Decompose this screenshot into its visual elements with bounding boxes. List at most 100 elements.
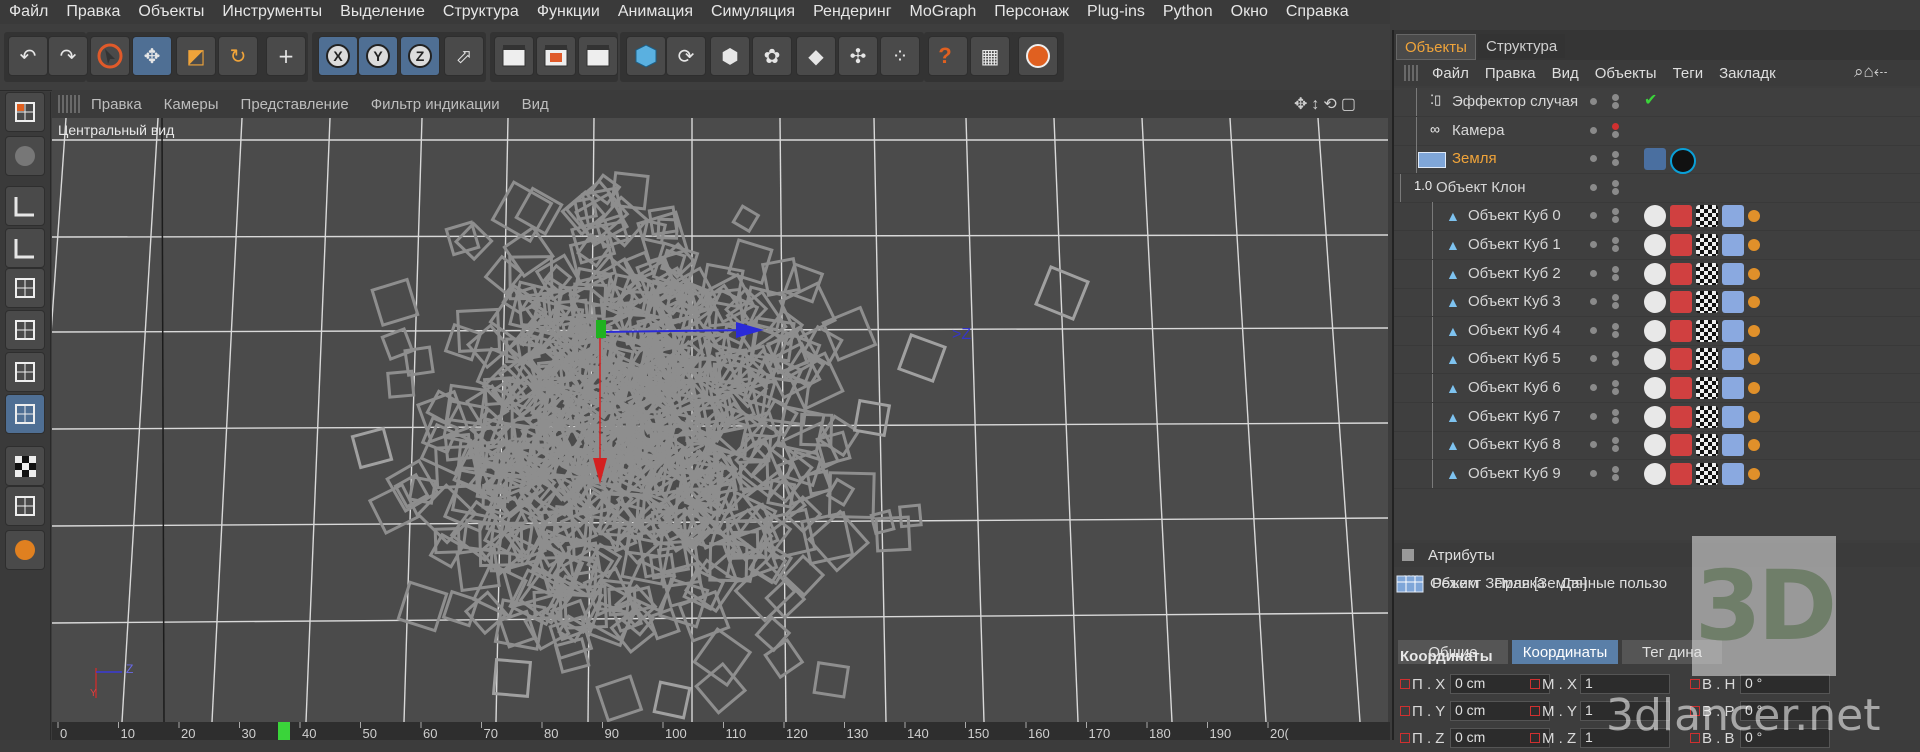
visibility-dots[interactable] [1590,122,1620,139]
visibility-dots[interactable] [1590,151,1620,167]
menu-item[interactable]: Выделение [331,3,434,21]
viewport-menu-item[interactable]: Фильтр индикации [360,96,511,113]
uv-tag-icon[interactable] [1670,291,1692,314]
visibility-dots[interactable] [1590,294,1620,310]
dynamics-tag-icon[interactable] [1722,291,1744,314]
axis2-icon[interactable] [5,228,45,268]
menu-item[interactable]: Окно [1222,3,1277,21]
mograph-tag-icon[interactable] [1748,324,1760,337]
viewport[interactable]: >Z Центральный вид Z Y [52,118,1388,722]
axis-icon[interactable] [5,186,45,226]
mograph-tag-icon[interactable] [1748,210,1760,223]
z-axis-icon[interactable]: Z [400,36,440,76]
nurbs-icon[interactable]: ⬢ [710,36,750,76]
dynamics-tag-icon[interactable] [1722,377,1744,399]
texture-tag-icon[interactable] [1696,348,1718,371]
redo-icon[interactable]: ↷ [48,36,88,76]
dynamics-tag-icon[interactable] [1722,234,1744,256]
keyframe-toggle-icon[interactable] [1690,679,1700,689]
texture-tag-icon[interactable] [1696,205,1718,228]
objects-menu-item[interactable]: Файл [1424,65,1477,82]
uv-tag-icon[interactable] [1670,205,1692,228]
object-name[interactable]: Камера [1452,122,1504,139]
object-name[interactable]: Объект Куб 4 [1468,322,1561,339]
mograph-tag-icon[interactable] [1748,239,1760,251]
object-row[interactable]: ▲ Объект Куб 8 [1394,431,1920,461]
uv-tag-icon[interactable] [1670,434,1692,457]
dynamics-tag-icon[interactable] [1722,434,1744,457]
menu-item[interactable]: Инструменты [213,3,331,21]
object-name[interactable]: Объект Куб 1 [1468,236,1561,253]
menu-item[interactable]: MoGraph [901,3,986,21]
uv-tag-icon[interactable] [1670,462,1692,485]
material-tag-icon[interactable] [1644,348,1666,371]
object-name[interactable]: Объект Куб 9 [1468,465,1561,482]
sphere-icon[interactable] [5,136,45,176]
move-icon[interactable]: ✥ [132,36,172,76]
object-name[interactable]: Объект Клон [1436,179,1526,196]
uv-tag-icon[interactable] [1670,262,1692,285]
scene-icon[interactable]: ✣ [838,36,878,76]
coordinate-system-icon[interactable]: ⬀ [444,36,484,76]
material-tag-icon[interactable] [1644,291,1666,314]
texture-tag-icon[interactable] [1696,262,1718,285]
visibility-dots[interactable] [1590,465,1620,482]
uv-tag-icon[interactable] [1670,348,1692,371]
viewport-nav-icons[interactable]: ✥↕⟲▢ [1294,94,1384,114]
select-icon[interactable] [90,36,130,76]
object-name[interactable]: Объект Куб 5 [1468,350,1561,367]
material-tag-icon[interactable] [1644,462,1666,485]
keyframe-toggle-icon[interactable] [1530,706,1540,716]
add-icon[interactable]: + [266,36,306,76]
objects-menu-item[interactable]: Объекты [1587,65,1665,82]
dynamics-tag-icon[interactable] [1722,462,1744,485]
texture-tag-icon[interactable] [1696,319,1718,342]
object-row[interactable]: ▲ Объект Куб 5 [1394,345,1920,375]
mograph-tag-icon[interactable] [1748,467,1760,480]
render-view-icon[interactable] [494,36,534,76]
texture-tag-icon[interactable] [1696,462,1718,485]
object-name[interactable]: Объект Куб 0 [1468,207,1561,224]
dynamics-tag-icon[interactable] [1722,405,1744,428]
mograph-tag-icon[interactable] [1748,296,1760,309]
menu-item[interactable]: Персонаж [985,3,1078,21]
mograph-tag-icon[interactable] [1748,439,1760,452]
deformer-icon[interactable]: ◆ [796,36,836,76]
keyframe-toggle-icon[interactable] [1400,733,1410,743]
texture-tag-icon[interactable] [1696,434,1718,457]
material-tag-icon[interactable] [1644,434,1666,457]
object-name[interactable]: Земля [1452,150,1497,167]
visibility-dots[interactable] [1590,179,1620,196]
points-mode-icon[interactable] [5,268,45,308]
viewport-menu-item[interactable]: Вид [511,96,560,113]
uv-tag-icon[interactable] [1670,234,1692,256]
object-row[interactable]: ⁚▯ Эффектор случая ✔ [1394,88,1920,117]
objects-menu-item[interactable]: Вид [1544,65,1587,82]
object-name[interactable]: Эффектор случая [1452,93,1578,110]
rotate-icon[interactable]: ↻ [218,36,258,76]
keyframe-toggle-icon[interactable] [1530,679,1540,689]
objects-menu-item[interactable]: Закладк [1711,65,1784,82]
visibility-dots[interactable] [1590,351,1620,367]
object-row[interactable]: ▲ Объект Куб 2 [1394,259,1920,289]
particles-icon[interactable]: ⁘ [880,36,920,76]
material-tag-icon[interactable] [1644,377,1666,399]
material-tag-icon[interactable] [1644,319,1666,342]
spline-icon[interactable]: ⟳ [666,36,706,76]
menu-item[interactable]: Анимация [609,3,702,21]
help-icon[interactable]: ? [928,36,968,76]
menu-item[interactable]: Функции [528,3,609,21]
menu-item[interactable]: Файл [0,3,57,21]
objects-menu-item[interactable]: Правка [1477,65,1544,82]
menu-item[interactable]: Plug-ins [1078,3,1154,21]
model-mode-icon[interactable] [5,394,45,434]
menu-item[interactable]: Симуляция [702,3,804,21]
menu-item[interactable]: Структура [434,3,528,21]
texture-tag-icon[interactable] [1696,377,1718,399]
render-picture-viewer-icon[interactable] [536,36,576,76]
dynamics-tag-icon[interactable] [1722,319,1744,342]
x-axis-icon[interactable]: X [318,36,358,76]
object-row[interactable]: ∞ Камера [1394,116,1920,146]
y-axis-icon[interactable]: Y [358,36,398,76]
render-settings-icon[interactable] [578,36,618,76]
